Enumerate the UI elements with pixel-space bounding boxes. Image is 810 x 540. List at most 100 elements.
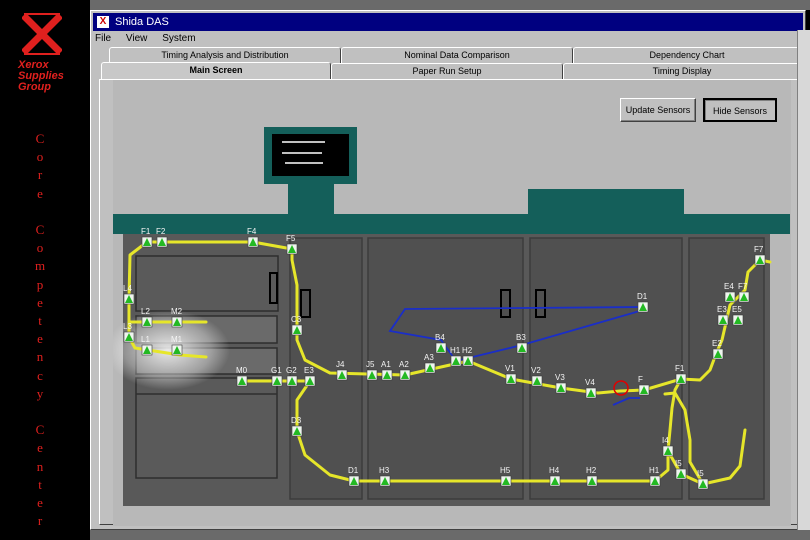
menu-bar: File View System: [95, 31, 208, 47]
sensor-label: F4: [247, 227, 257, 236]
vertical-letter: e: [37, 495, 43, 511]
cabinet-panel: [688, 237, 765, 500]
cabinet-panel: [529, 237, 683, 500]
sensor-label: V1: [505, 364, 515, 373]
sensor-label: J4: [336, 360, 345, 369]
vertical-letter: o: [36, 149, 44, 165]
vertical-letter: C: [35, 222, 45, 238]
menu-file[interactable]: File: [95, 33, 111, 44]
sensor-label: H2: [462, 346, 473, 355]
sensor-label: F1: [141, 227, 151, 236]
vertical-letter: C: [35, 131, 45, 146]
vertical-letter: [30, 403, 50, 421]
main-screen-panel: F1 F2 F4 F5 L4 L3 L2 M2 L1 M1 C3 M0 G1 G2 E3 J4 J5 A1 A2 A3…: [99, 79, 799, 526]
sensor-label: A1: [381, 360, 391, 369]
vertical-letter: e: [37, 294, 43, 310]
app-window: X Shida DAS File View System Timing Anal…: [90, 10, 806, 530]
drawer-top: [135, 255, 279, 312]
screen: Xerox Supplies Group Core Competency Cen…: [0, 0, 810, 540]
vertical-letter: p: [36, 276, 44, 292]
sensor-label: E3: [717, 305, 727, 314]
vertical-letter: o: [36, 240, 44, 256]
cabinet-panel: [289, 237, 363, 500]
sensor-label: I5: [675, 459, 682, 468]
vertical-letter: r: [37, 513, 43, 529]
vertical-letter: e: [37, 440, 43, 456]
menu-system[interactable]: System: [162, 33, 195, 44]
sensor-label: F7: [754, 245, 764, 254]
sensor-label: G1: [271, 366, 282, 375]
vertical-letter: r: [37, 167, 43, 183]
vertical-letter: e: [37, 331, 43, 347]
sensor-label: A3: [424, 353, 434, 362]
sensor-label: F2: [156, 227, 166, 236]
sensor-label: H5: [500, 466, 511, 475]
sensor-label: C3: [291, 315, 302, 324]
sensor-label: V4: [585, 378, 595, 387]
sensor-label: L2: [141, 307, 150, 316]
vertical-letter: n: [36, 349, 44, 365]
tab-nominal-data[interactable]: Nominal Data Comparison: [341, 47, 573, 63]
sensor-label: V3: [555, 373, 565, 382]
scrollbar[interactable]: [797, 30, 810, 540]
vertical-letter: e: [37, 185, 43, 201]
sensor-label: M2: [171, 307, 183, 316]
sensor-label: H1: [649, 466, 660, 475]
vertical-letter: [30, 203, 50, 221]
vertical-letter: c: [37, 367, 43, 383]
title-bar[interactable]: X Shida DAS: [93, 13, 803, 31]
cabinet-panel: [367, 237, 524, 500]
sensor-label: D1: [348, 466, 359, 475]
drawer-bottom: [135, 377, 278, 479]
hide-sensors-button[interactable]: Hide Sensors: [703, 98, 777, 122]
sensor-label: L4: [123, 284, 132, 293]
sensor-label: H1: [450, 346, 461, 355]
brand-line-3: Group: [18, 81, 51, 93]
sensor-label: I5: [697, 469, 704, 478]
sensor-label: L3: [123, 322, 132, 331]
menu-view[interactable]: View: [126, 33, 148, 44]
sensor-label: V2: [531, 366, 541, 375]
vertical-letter: n: [36, 458, 44, 474]
supplies-group-text: Xerox Supplies Group: [18, 60, 78, 93]
update-sensors-button[interactable]: Update Sensors: [620, 98, 696, 122]
vertical-letter: C: [35, 422, 45, 438]
sensor-label: F: [638, 375, 643, 384]
output-tray: [528, 189, 684, 214]
top-strip: [90, 0, 810, 10]
sensor-label: F5: [286, 234, 296, 243]
sensor-label: B3: [516, 333, 526, 342]
tab-main-screen[interactable]: Main Screen: [101, 62, 331, 79]
tab-timing-analysis[interactable]: Timing Analysis and Distribution: [109, 47, 341, 63]
tab-dependency-chart[interactable]: Dependency Chart: [573, 47, 801, 63]
sensor-label: E5: [732, 305, 742, 314]
tab-timing-display[interactable]: Timing Display: [563, 63, 801, 79]
monitor-screen: [272, 134, 349, 176]
sensor-label: H4: [549, 466, 560, 475]
sensor-label: A2: [399, 360, 409, 369]
sensor-label: E2: [712, 339, 722, 348]
sensor-label: L1: [141, 335, 150, 344]
vertical-letter: m: [34, 258, 46, 274]
sensor-label: F1: [675, 364, 685, 373]
sensor-label: J5: [366, 360, 375, 369]
sensor-label: D3: [291, 416, 302, 425]
sensor-label: G2: [286, 366, 297, 375]
sensor-label: D1: [637, 292, 648, 301]
brand-strip: Xerox Supplies Group Core Competency Cen…: [0, 0, 90, 540]
bottom-strip: [90, 530, 810, 540]
sensor-label: H2: [586, 466, 597, 475]
sensor-label: M1: [171, 335, 183, 344]
vertical-letter: t: [38, 476, 42, 492]
sensor-label: M0: [236, 366, 248, 375]
sensor-label: F7: [738, 282, 748, 291]
tab-paper-run-setup[interactable]: Paper Run Setup: [331, 63, 563, 79]
app-icon[interactable]: X: [97, 16, 109, 28]
sensor-label: B4: [435, 333, 445, 342]
window-title: Shida DAS: [115, 16, 169, 28]
sensor-label: E3: [304, 366, 314, 375]
sensor-label: I4: [662, 436, 669, 445]
machine-diagram: F1 F2 F4 F5 L4 L3 L2 M2 L1 M1 C3 M0 G1 G2 E3 J4 J5 A1 A2 A3…: [106, 80, 791, 526]
sensor-label: E4: [724, 282, 734, 291]
monitor-stand: [288, 184, 334, 214]
